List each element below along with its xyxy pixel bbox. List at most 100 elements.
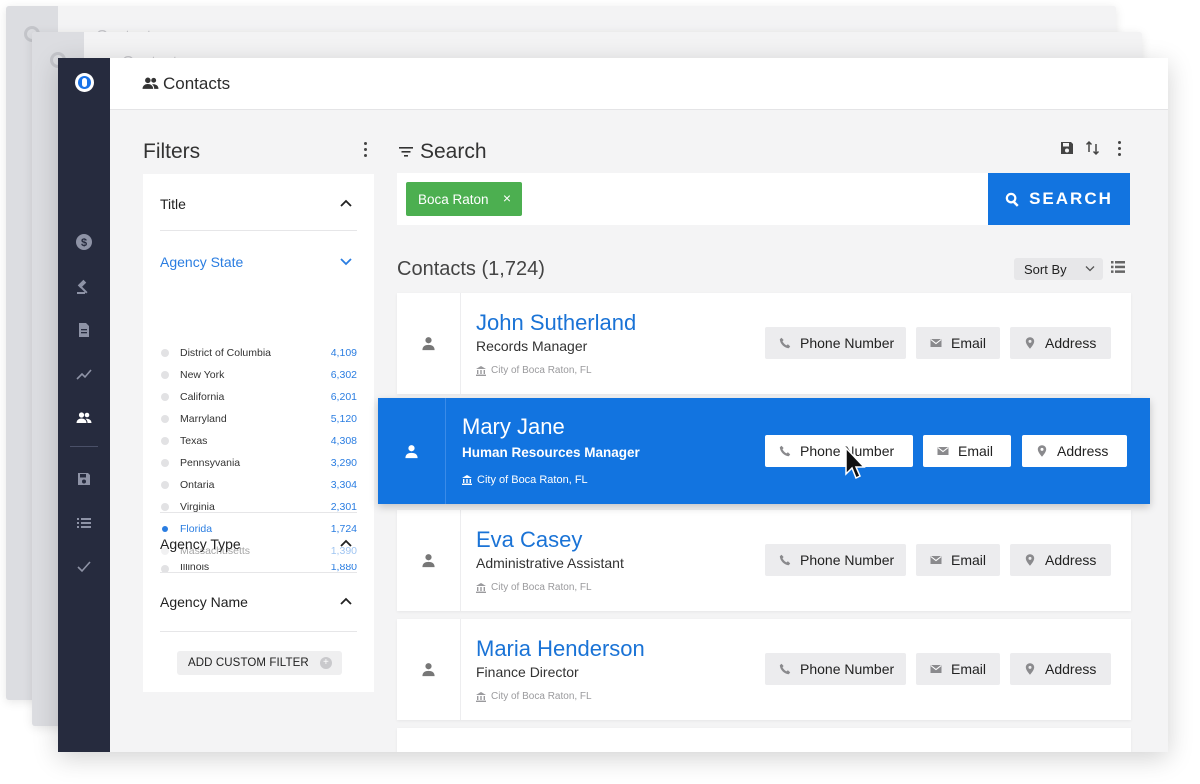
- state-name: Ontaria: [180, 479, 215, 491]
- contact-card[interactable]: Mary Jane Human Resources Manager City of …: [378, 398, 1150, 504]
- address-button[interactable]: Address: [1010, 544, 1111, 576]
- email-icon: [930, 665, 942, 673]
- filter-section-agency-name[interactable]: Agency Name: [160, 594, 357, 610]
- contact-name[interactable]: Mary Jane: [462, 414, 565, 440]
- state-option[interactable]: Virginia 2,301: [161, 498, 357, 516]
- contact-card[interactable]: [397, 728, 1131, 752]
- sidebar-divider: [70, 446, 98, 447]
- search-icon: [1005, 192, 1019, 207]
- filter-section-title[interactable]: Title: [160, 196, 357, 212]
- agency-label: City of Boca Raton, FL: [491, 582, 592, 593]
- bank-icon: [476, 691, 486, 702]
- state-option[interactable]: Marryland 5,120: [161, 410, 357, 428]
- add-custom-filter-button[interactable]: ADD CUSTOM FILTER +: [177, 651, 342, 675]
- sidebar-item-contacts[interactable]: [58, 405, 110, 431]
- state-count: 4,308: [330, 435, 357, 447]
- people-icon: [142, 77, 159, 89]
- state-option[interactable]: Texas 4,308: [161, 432, 357, 450]
- sidebar-item-legal[interactable]: [58, 274, 110, 300]
- phone-number-button[interactable]: Phone Number: [765, 435, 913, 467]
- state-option[interactable]: Ontaria 3,304: [161, 476, 357, 494]
- contact-name[interactable]: Eva Casey: [476, 527, 582, 553]
- filter-section-label: Agency State: [160, 254, 244, 270]
- avatar: [378, 398, 446, 504]
- search-chip[interactable]: Boca Raton ×: [406, 182, 522, 216]
- radio-dot-icon: [161, 349, 169, 357]
- contact-name[interactable]: John Sutherland: [476, 310, 636, 336]
- address-button[interactable]: Address: [1022, 435, 1127, 467]
- email-button[interactable]: Email: [916, 653, 1000, 685]
- search-heading-label: Search: [420, 140, 487, 163]
- contact-card[interactable]: Eva Casey Administrative Assistant City of…: [397, 510, 1131, 611]
- phone-icon: [779, 337, 791, 349]
- email-button[interactable]: Email: [923, 435, 1011, 467]
- person-icon: [405, 444, 418, 458]
- gavel-icon: [77, 279, 88, 294]
- sidebar-item-documents[interactable]: [58, 317, 110, 343]
- contact-agency: City of Boca Raton, FL: [476, 582, 592, 593]
- address-label: Address: [1045, 661, 1097, 677]
- address-button[interactable]: Address: [1010, 653, 1111, 685]
- list-icon: [77, 518, 91, 528]
- email-button[interactable]: Email: [916, 327, 1000, 359]
- chevron-up-icon: [340, 597, 352, 605]
- page-title: Contacts: [163, 73, 231, 93]
- sidebar-item-tasks[interactable]: [58, 554, 110, 580]
- filter-section-agency-state[interactable]: Agency State: [160, 254, 357, 270]
- chevron-down-icon: [340, 258, 352, 266]
- check-icon: [77, 561, 91, 573]
- state-option[interactable]: District of Columbia 4,109: [161, 344, 357, 362]
- sort-arrows-icon[interactable]: [1085, 140, 1101, 156]
- contact-role: Records Manager: [476, 338, 588, 354]
- contact-name[interactable]: Maria Henderson: [476, 636, 645, 662]
- logo-icon[interactable]: [75, 73, 94, 92]
- mouse-cursor-icon: [845, 447, 866, 480]
- email-label: Email: [951, 552, 987, 568]
- filter-section-agency-type[interactable]: Agency Type: [160, 536, 357, 552]
- header-bar: Contacts: [110, 58, 1168, 110]
- phone-number-button[interactable]: Phone Number: [765, 653, 906, 685]
- sort-by-dropdown[interactable]: Sort By: [1014, 258, 1103, 280]
- filters-menu-icon[interactable]: [358, 140, 372, 158]
- search-input[interactable]: Boca Raton ×: [397, 173, 988, 225]
- document-icon: [79, 323, 89, 337]
- email-button[interactable]: Email: [916, 544, 1000, 576]
- state-count: 6,201: [330, 391, 357, 403]
- address-label: Address: [1045, 552, 1097, 568]
- avatar: [397, 293, 461, 394]
- state-option[interactable]: California 6,201: [161, 388, 357, 406]
- sidebar-item-billing[interactable]: $: [58, 229, 110, 255]
- phone-number-label: Phone Number: [800, 335, 895, 351]
- save-icon[interactable]: [1059, 140, 1075, 156]
- add-custom-filter-label: ADD CUSTOM FILTER: [188, 657, 309, 669]
- agency-label: City of Boca Raton, FL: [491, 365, 592, 376]
- email-label: Email: [951, 661, 987, 677]
- contact-agency: City of Boca Raton, FL: [476, 365, 592, 376]
- filter-section-label: Title: [160, 196, 186, 212]
- state-option[interactable]: Pennsyvania 3,290: [161, 454, 357, 472]
- phone-number-button[interactable]: Phone Number: [765, 544, 906, 576]
- bank-icon: [476, 365, 486, 376]
- people-icon: [76, 412, 92, 423]
- sidebar-item-analytics[interactable]: [58, 361, 110, 387]
- sidebar-item-saved[interactable]: [58, 466, 110, 492]
- contact-card[interactable]: John Sutherland Records Manager City of Bo…: [397, 293, 1131, 394]
- address-label: Address: [1045, 335, 1097, 351]
- phone-icon: [779, 445, 791, 457]
- contact-card[interactable]: Maria Henderson Finance Director City of B…: [397, 619, 1131, 720]
- state-option[interactable]: New York 6,302: [161, 366, 357, 384]
- search-menu-icon[interactable]: [1112, 139, 1126, 157]
- location-pin-icon: [1037, 445, 1047, 457]
- list-view-icon[interactable]: [1111, 261, 1125, 273]
- filter-icon: [399, 147, 413, 157]
- address-button[interactable]: Address: [1010, 327, 1111, 359]
- search-button[interactable]: SEARCH: [988, 173, 1130, 225]
- search-button-label: SEARCH: [1029, 189, 1113, 208]
- filter-section-label: Agency Type: [160, 536, 241, 552]
- phone-number-button[interactable]: Phone Number: [765, 327, 906, 359]
- state-name: Texas: [180, 435, 208, 447]
- state-name: New York: [180, 369, 225, 381]
- close-icon[interactable]: ×: [503, 190, 511, 206]
- filters-heading: Filters: [143, 140, 201, 163]
- sidebar-item-lists[interactable]: [58, 510, 110, 536]
